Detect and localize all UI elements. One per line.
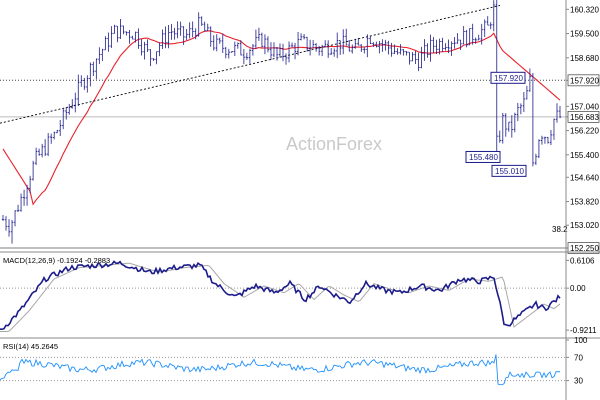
forex-chart: ActionForex 157.920155.480155.010 38.2 1… <box>0 0 600 400</box>
price-tick-label: 159.500 <box>570 30 599 39</box>
macd-lines <box>0 260 566 332</box>
rsi-tick-label: 100 <box>574 336 588 345</box>
callout: 157.920 <box>490 71 526 84</box>
macd-line <box>0 260 561 331</box>
price-tick-label: 157.040 <box>570 102 599 111</box>
price-tick-label: 157.920 <box>570 76 599 85</box>
callout: 155.480 <box>465 150 501 163</box>
callout: 155.010 <box>491 164 527 177</box>
rsi-axis: 100 70 30 <box>566 336 588 386</box>
callout-label: 155.010 <box>495 167 524 176</box>
price-tick-label: 158.680 <box>570 54 599 63</box>
callout-label: 157.920 <box>494 74 523 83</box>
callout-label: 155.480 <box>469 153 498 162</box>
macd-signal-line <box>0 262 561 332</box>
price-tick-label: 156.683 <box>570 113 599 122</box>
rsi-panel: RSI(14) 45.2645 <box>0 342 566 386</box>
rsi-lines <box>0 354 566 386</box>
macd-tick-label: -0.9211 <box>570 326 597 335</box>
macd-tick-label: 0.6106 <box>570 256 595 265</box>
price-tick-label: 160.320 <box>570 5 599 14</box>
rsi-tick-label: 30 <box>574 377 583 386</box>
price-tick-label: 153.820 <box>570 198 599 207</box>
price-axis: 160.320 159.500 158.680 157.920 157.040 156.6… <box>566 5 599 254</box>
price-tick-label: 155.400 <box>570 151 599 160</box>
rsi-tick-label: 70 <box>574 353 583 362</box>
watermark: ActionForex <box>286 134 382 154</box>
macd-axis: 0.6106 0.00 -0.9211 <box>566 256 597 335</box>
price-tick-label: 154.640 <box>570 173 599 182</box>
macd-title: MACD(12,26,9) -0.1924 -0.2883 <box>3 256 110 265</box>
price-tick-label: 153.020 <box>570 221 599 230</box>
price-panel: ActionForex 157.920155.480155.010 38.2 <box>0 0 568 250</box>
rsi-title: RSI(14) 45.2645 <box>3 342 58 351</box>
macd-panel: MACD(12,26,9) -0.1924 -0.2883 <box>0 256 566 332</box>
price-tick-label: 156.220 <box>570 127 599 136</box>
macd-tick-label: 0.00 <box>570 284 586 293</box>
